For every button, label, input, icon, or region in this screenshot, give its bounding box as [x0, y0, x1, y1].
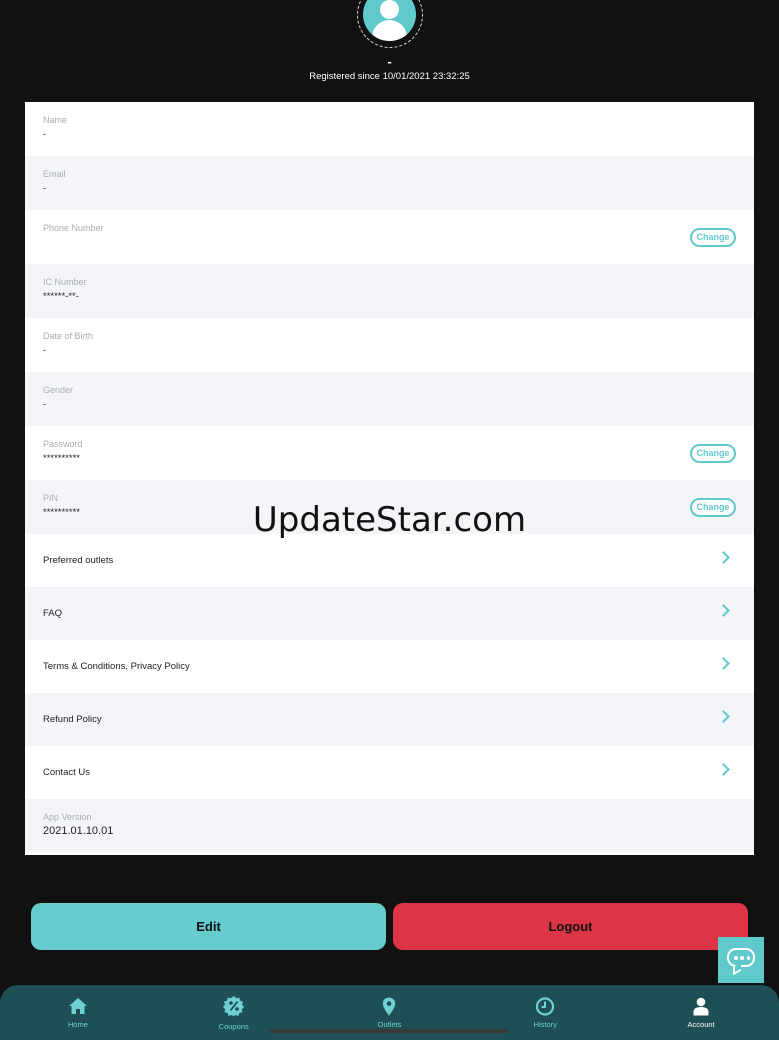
field-name: Name -	[25, 102, 754, 156]
chevron-right-icon	[717, 657, 730, 670]
field-label: Name	[43, 115, 68, 125]
field-value: -	[43, 345, 47, 356]
change-phone-button[interactable]: Change	[690, 228, 736, 247]
watermark: UpdateStar.com	[252, 500, 527, 540]
chevron-right-icon	[717, 551, 730, 564]
clock-icon	[536, 997, 555, 1016]
link-label: Terms & Conditions, Privacy Policy	[43, 661, 190, 672]
field-phone-number: Phone Number Change	[25, 210, 754, 264]
field-label: Email	[43, 169, 66, 179]
edit-button[interactable]: Edit	[31, 903, 386, 950]
user-name: -	[387, 54, 392, 69]
field-label: Gender	[43, 385, 74, 395]
field-date-of-birth: Date of Birth -	[25, 318, 754, 372]
link-label: Contact Us	[43, 767, 90, 778]
account-details-panel: Name - Email - Phone Number Change IC Nu…	[25, 102, 754, 855]
link-label: FAQ	[43, 608, 63, 619]
change-password-button[interactable]: Change	[690, 444, 736, 463]
field-label: Password	[43, 439, 83, 449]
avatar[interactable]	[357, 0, 423, 48]
tab-label: Home	[67, 1020, 88, 1029]
field-value: -	[43, 183, 47, 194]
coupon-icon	[222, 996, 244, 1017]
link-faq[interactable]: FAQ	[25, 587, 754, 640]
logout-button[interactable]: Logout	[393, 903, 748, 950]
tab-label: Outlets	[377, 1020, 402, 1029]
app-version-row: App Version 2021.01.10.01	[25, 799, 754, 852]
link-preferred-outlets[interactable]: Preferred outlets	[25, 534, 754, 587]
field-label: IC Number	[43, 277, 87, 287]
user-icon	[693, 997, 709, 1016]
field-ic-number: IC Number ******-**-	[25, 264, 754, 318]
profile-header: - Registered since 10/01/2021 23:32:25	[0, 0, 779, 100]
tab-account[interactable]: Account	[623, 985, 779, 1040]
field-value: -	[43, 399, 47, 410]
tab-home[interactable]: Home	[0, 985, 156, 1040]
chevron-right-icon	[717, 710, 730, 723]
chevron-right-icon	[717, 604, 730, 617]
link-refund-policy[interactable]: Refund Policy	[25, 693, 754, 746]
field-value: **********	[43, 453, 80, 464]
field-label: Date of Birth	[43, 331, 94, 341]
field-label: App Version	[43, 812, 92, 822]
field-gender: Gender -	[25, 372, 754, 426]
registered-date: Registered since 10/01/2021 23:32:25	[309, 71, 470, 82]
home-indicator	[270, 1029, 508, 1033]
field-email: Email -	[25, 156, 754, 210]
link-label: Refund Policy	[43, 714, 102, 725]
field-password: Password ********** Change	[25, 426, 754, 480]
account-screen: - Registered since 10/01/2021 23:32:25 N…	[0, 0, 779, 1040]
avatar-user-icon	[363, 0, 416, 41]
field-label: Phone Number	[43, 223, 104, 233]
chevron-right-icon	[717, 763, 730, 776]
field-value: -	[43, 129, 47, 140]
map-pin-icon	[383, 997, 396, 1016]
link-contact-us[interactable]: Contact Us	[25, 746, 754, 799]
chat-button[interactable]	[718, 937, 764, 983]
field-value: ******-**-	[43, 291, 79, 302]
tab-label: History	[533, 1020, 557, 1029]
link-terms-privacy[interactable]: Terms & Conditions, Privacy Policy	[25, 640, 754, 693]
app-version-value: 2021.01.10.01	[43, 825, 114, 837]
link-label: Preferred outlets	[43, 555, 114, 566]
home-icon	[68, 998, 87, 1014]
tab-label: Account	[687, 1020, 715, 1029]
